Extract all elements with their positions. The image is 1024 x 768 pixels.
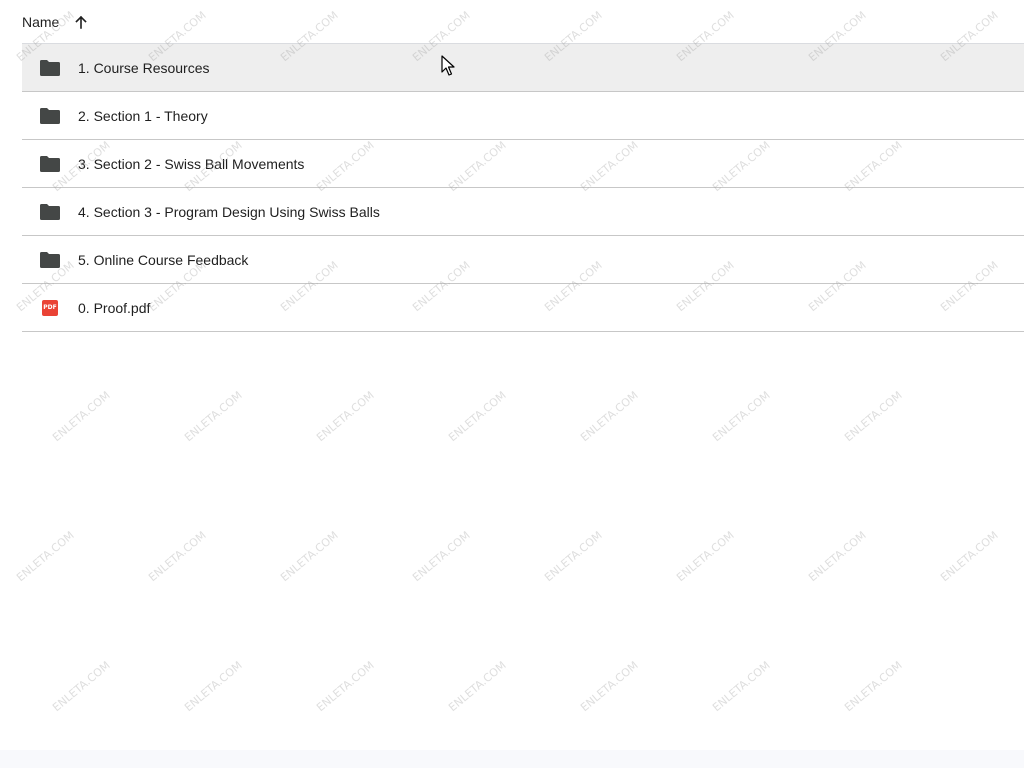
watermark-text: ENLETA.COM <box>314 388 377 445</box>
watermark-text: ENLETA.COM <box>578 658 641 715</box>
watermark-text: ENLETA.COM <box>806 528 869 585</box>
watermark-text: ENLETA.COM <box>410 528 473 585</box>
file-name: 5. Online Course Feedback <box>78 251 249 268</box>
watermark-text: ENLETA.COM <box>50 388 113 445</box>
watermark-text: ENLETA.COM <box>938 528 1001 585</box>
file-name: 1. Course Resources <box>78 59 210 76</box>
list-item[interactable]: 5. Online Course Feedback <box>22 236 1024 284</box>
watermark-text: ENLETA.COM <box>278 528 341 585</box>
list-item[interactable]: 4. Section 3 - Program Design Using Swis… <box>22 188 1024 236</box>
watermark-text: ENLETA.COM <box>710 388 773 445</box>
pdf-badge: PDF <box>42 299 58 316</box>
watermark-text: ENLETA.COM <box>542 528 605 585</box>
watermark-text: ENLETA.COM <box>842 658 905 715</box>
list-item[interactable]: 3. Section 2 - Swiss Ball Movements <box>22 140 1024 188</box>
name-column-label: Name <box>22 14 60 30</box>
list-item[interactable]: PDF 0. Proof.pdf <box>22 284 1024 332</box>
file-name: 3. Section 2 - Swiss Ball Movements <box>78 155 305 172</box>
watermark-text: ENLETA.COM <box>446 658 509 715</box>
list-item[interactable]: 1. Course Resources <box>22 44 1024 92</box>
file-name: 2. Section 1 - Theory <box>78 107 208 124</box>
watermark-text: ENLETA.COM <box>50 658 113 715</box>
watermark-text: ENLETA.COM <box>710 658 773 715</box>
file-name: 4. Section 3 - Program Design Using Swis… <box>78 203 380 220</box>
watermark-text: ENLETA.COM <box>182 388 245 445</box>
folder-icon <box>39 249 61 271</box>
list-item[interactable]: 2. Section 1 - Theory <box>22 92 1024 140</box>
file-list: 1. Course Resources 2. Section 1 - Theor… <box>22 43 1024 332</box>
watermark-text: ENLETA.COM <box>842 388 905 445</box>
watermark-text: ENLETA.COM <box>314 658 377 715</box>
list-header: Name <box>22 0 1024 44</box>
arrow-up-icon[interactable] <box>73 14 89 30</box>
bottom-strip <box>0 750 1024 768</box>
watermark-text: ENLETA.COM <box>446 388 509 445</box>
watermark-text: ENLETA.COM <box>182 658 245 715</box>
watermark-text: ENLETA.COM <box>578 388 641 445</box>
watermark-text: ENLETA.COM <box>14 528 77 585</box>
pdf-icon: PDF <box>39 297 61 319</box>
folder-icon <box>39 153 61 175</box>
folder-icon <box>39 105 61 127</box>
file-name: 0. Proof.pdf <box>78 299 151 316</box>
folder-icon <box>39 57 61 79</box>
file-browser: Name 1. Course Resources 2. Section 1 - … <box>0 0 1024 768</box>
folder-icon <box>39 201 61 223</box>
watermark-text: ENLETA.COM <box>674 528 737 585</box>
watermark-text: ENLETA.COM <box>146 528 209 585</box>
name-column-header[interactable]: Name <box>22 14 89 30</box>
